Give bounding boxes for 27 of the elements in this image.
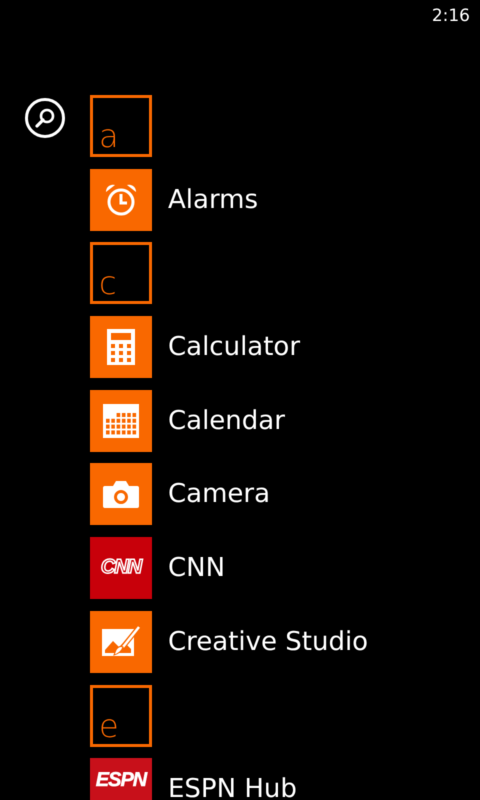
app-tile[interactable]: ESPN xyxy=(90,758,152,800)
app-tile[interactable]: CNN xyxy=(90,537,152,600)
picture-brush-icon xyxy=(102,626,140,658)
app-name[interactable]: Alarms xyxy=(168,184,258,215)
status-time: 2:16 xyxy=(432,6,470,26)
app-tile[interactable] xyxy=(90,316,152,378)
app-tile[interactable] xyxy=(90,463,152,526)
app-name[interactable]: Creative Studio xyxy=(168,626,368,657)
letter-tile[interactable]: e xyxy=(90,684,152,746)
app-tile[interactable] xyxy=(90,610,152,673)
alarm-clock-icon xyxy=(104,182,138,218)
app-tile[interactable] xyxy=(90,168,152,231)
app-name[interactable]: ESPN Hub xyxy=(168,774,297,800)
app-tile[interactable] xyxy=(90,390,152,452)
app-name[interactable]: Calculator xyxy=(168,332,300,362)
calendar-icon xyxy=(103,404,139,438)
logo-text: ESPN xyxy=(96,770,146,790)
camera-icon xyxy=(103,480,139,508)
logo-text: CNN xyxy=(100,555,142,578)
app-name[interactable]: Camera xyxy=(168,479,270,510)
letter-tile[interactable]: a xyxy=(90,95,152,157)
search-icon xyxy=(34,107,56,129)
search-button[interactable] xyxy=(25,98,65,138)
calculator-icon xyxy=(107,329,135,366)
app-name[interactable]: CNN xyxy=(168,553,226,584)
letter-tile[interactable]: c xyxy=(90,242,152,304)
app-name[interactable]: Calendar xyxy=(168,406,285,436)
